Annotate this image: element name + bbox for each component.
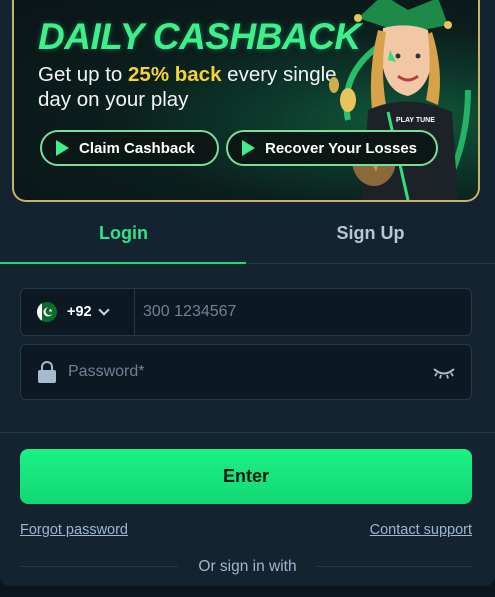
page-background [0,586,495,597]
play-icon [242,140,255,156]
section-divider [0,432,495,433]
banner-title: DAILY CASHBACK [38,16,361,57]
phone-field: +92 [20,288,472,336]
password-field [20,344,472,400]
country-code-select[interactable]: +92 [21,289,135,335]
phone-input[interactable] [135,289,471,335]
or-sign-in-with-label: Or sign in with [198,558,297,575]
recover-losses-label: Recover Your Losses [265,139,418,157]
tab-sign-up[interactable]: Sign Up [247,202,494,264]
recover-losses-button[interactable]: Recover Your Losses [226,130,438,166]
active-tab-indicator [0,262,246,264]
forgot-password-link[interactable]: Forgot password [20,522,128,538]
enter-button[interactable]: Enter [20,449,472,504]
jester-mascot-illustration: PLAY TUNE [329,0,471,200]
play-icon [56,140,69,156]
tab-login[interactable]: Login [0,202,247,264]
cashback-banner[interactable]: DAILY CASHBACK Get up to 25% back every … [12,0,480,202]
pakistan-flag-icon [37,302,57,322]
banner-subtitle-highlight: 25% back [128,63,222,86]
claim-cashback-button[interactable]: Claim Cashback [40,130,219,166]
country-code: +92 [67,304,92,320]
banner-subtitle-pre: Get up to [38,63,129,86]
contact-support-link[interactable]: Contact support [370,522,472,538]
chevron-down-icon [97,304,110,316]
eye-closed-icon[interactable] [431,362,457,382]
mascot-shirt-text: PLAY TUNE [396,117,435,124]
claim-cashback-label: Claim Cashback [79,139,195,157]
lock-icon [38,361,56,383]
password-input[interactable] [68,345,431,399]
or-divider-right [316,566,472,567]
login-modal: DAILY CASHBACK Get up to 25% back every … [0,0,495,586]
banner-subtitle: Get up to 25% back every single day on y… [38,62,338,112]
auth-tabs: Login Sign Up [0,202,495,264]
